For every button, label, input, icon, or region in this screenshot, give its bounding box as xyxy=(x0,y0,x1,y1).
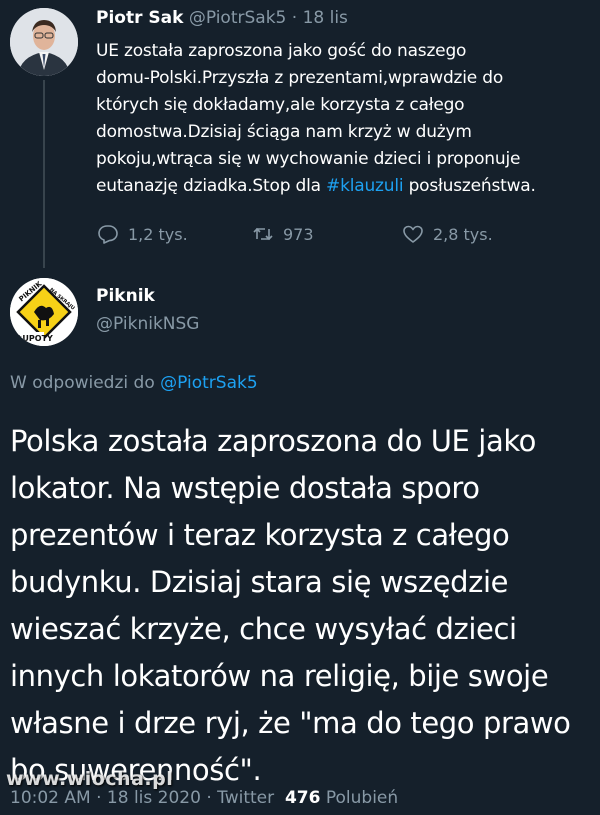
tweet-text-line: prezentów i teraz korzysta z całego xyxy=(10,518,510,552)
author-avatar[interactable] xyxy=(10,8,78,76)
tweet-text-line: budynku. Dzisiaj stara się wszędzie xyxy=(10,565,509,599)
like-count: 2,8 tys. xyxy=(433,224,493,244)
tweet-text-line: Polska została zaproszona do UE jako xyxy=(10,424,537,458)
tweet-text-line: których się dokładamy,ale korzysta z cał… xyxy=(96,95,465,115)
reply-tweet-text: Polska została zaproszona do UE jako lok… xyxy=(10,418,595,794)
tweet-text-line: UE została zaproszona jako gość do nasze… xyxy=(96,41,467,61)
reply-button[interactable]: 1,2 tys. xyxy=(96,222,251,246)
tweet-text-line: wieszać krzyże, chce wysyłać dzieci xyxy=(10,612,517,646)
reply-author-avatar[interactable]: PIKNIK NA SKRAJU GŁUPOTY xyxy=(10,278,78,346)
retweet-button[interactable]: 973 xyxy=(251,222,401,246)
likes-count[interactable]: 476 xyxy=(285,788,321,808)
meta-separator: · xyxy=(96,788,102,808)
tweet-text-line: pokoju,wtrąca się w wychowanie dzieci i … xyxy=(96,149,521,169)
header-separator: · xyxy=(291,8,298,28)
hashtag-link[interactable]: #klauzuli xyxy=(326,176,404,196)
meta-separator: · xyxy=(206,788,212,808)
retweet-count: 973 xyxy=(283,224,314,244)
reply-count: 1,2 tys. xyxy=(128,224,188,244)
author-handle[interactable]: @PiotrSak5 xyxy=(189,8,287,28)
tweet-text-line: domostwa.Dzisiaj ściąga nam krzyż w duży… xyxy=(96,122,472,142)
tweet-source[interactable]: Twitter xyxy=(217,788,274,808)
retweet-icon xyxy=(253,227,273,241)
parent-tweet-header: Piotr Sak @PiotrSak5 · 18 lis xyxy=(96,8,348,28)
likes-label[interactable]: Polubień xyxy=(326,788,398,808)
author-name[interactable]: Piotr Sak xyxy=(96,8,183,28)
reply-author-handle[interactable]: @PiknikNSG xyxy=(96,314,199,334)
reply-author-name[interactable]: Piknik xyxy=(96,286,155,306)
heart-icon xyxy=(403,225,423,243)
tweet-date[interactable]: 18 lis 2020 xyxy=(107,788,201,808)
reply-icon xyxy=(98,225,118,244)
tweet-text-line: domu-Polski.Przyszła z prezentami,wprawd… xyxy=(96,68,504,88)
tweet-text-segment: posłuszeństwa. xyxy=(403,176,536,196)
replying-to-handle[interactable]: @PiotrSak5 xyxy=(160,373,258,393)
thread-connector-line xyxy=(43,80,45,268)
tweet-text-line: własne i drze ryj, że "ma do tego prawo xyxy=(10,706,571,740)
tweet-text-line: innych lokatorów na religię, bije swoje xyxy=(10,659,549,693)
tweet-meta: 10:02 AM · 18 lis 2020 · Twitter 476 Pol… xyxy=(10,788,398,808)
tweet-text-line: lokator. Na wstępie dostała sporo xyxy=(10,471,480,505)
replying-to: W odpowiedzi do @PiotrSak5 xyxy=(10,373,258,393)
parent-tweet-text: UE została zaproszona jako gość do nasze… xyxy=(96,38,596,200)
tweet-actions: 1,2 tys. 973 2,8 tys. xyxy=(96,222,493,246)
replying-to-label: W odpowiedzi do xyxy=(10,373,161,393)
logo-text: GŁUPOTY xyxy=(11,334,53,343)
tweet-time[interactable]: 18 lis xyxy=(303,8,348,28)
watermark: www.wiocha.pl xyxy=(6,768,174,790)
tweet-text-segment: eutanazję dziadka.Stop dla xyxy=(96,176,327,196)
like-button[interactable]: 2,8 tys. xyxy=(401,222,493,246)
tweet-time[interactable]: 10:02 AM xyxy=(10,788,91,808)
piknik-logo-icon: PIKNIK NA SKRAJU GŁUPOTY xyxy=(10,278,78,346)
person-photo-icon xyxy=(10,8,78,76)
tweet-text-line: eutanazję dziadka.Stop dla #klauzuli pos… xyxy=(96,173,596,200)
